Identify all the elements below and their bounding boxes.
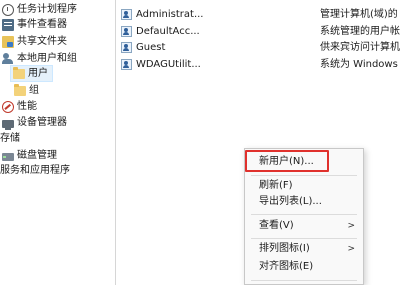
list-item[interactable]: Guest [121,40,165,55]
tree-item-disk-management[interactable]: 磁盘管理 [2,148,57,163]
submenu-arrow-icon: > [347,221,355,231]
menu-item-label: 导出列表(L)... [259,196,322,207]
tree-item-label: 组 [29,85,39,96]
user-name: Guest [136,42,166,53]
user-description: 系统为 Windows [320,59,398,70]
tree-item-label: 存储 [0,133,20,144]
tree-item-label: 任务计划程序 [17,4,77,15]
list-item[interactable]: WDAGUtilit... [121,57,201,72]
tree-item-label: 用户 [28,68,48,79]
device-manager-icon [2,119,14,130]
tree-item-event-viewer[interactable]: 事件查看器 [2,17,67,32]
folder-icon [13,67,25,79]
tree-item-groups[interactable]: 组 [14,83,39,98]
selection-highlight: 用户 [10,65,53,82]
menu-item-export-list[interactable]: 导出列表(L)... [245,194,363,210]
tree-item-label: 服务和应用程序 [0,165,70,176]
user-description: 供来宾访问计算机 [320,42,400,53]
tree-item-label: 性能 [17,101,37,112]
menu-item-label: 排列图标(I) [259,243,310,254]
tree-item-label: 本地用户和组 [17,53,77,64]
menu-item-refresh[interactable]: 刷新(F) [245,178,363,194]
user-description: 系统管理的用户帐 [320,26,400,37]
tree-item-storage[interactable]: 存储 [0,131,20,146]
performance-icon [2,100,14,113]
list-item[interactable]: Administrat... [121,7,203,22]
user-account-icon [121,9,132,20]
tree-item-performance[interactable]: 性能 [2,99,37,114]
submenu-arrow-icon: > [347,244,355,254]
highlight-box [245,150,329,172]
clock-icon [2,3,14,16]
user-name: WDAGUtilit... [136,59,201,70]
tree-item-services-apps[interactable]: 服务和应用程序 [0,163,70,178]
menu-item-label: 刷新(F) [259,180,293,191]
menu-item-label: 对齐图标(E) [259,261,314,272]
menu-separator [251,238,357,239]
shared-folder-icon [2,35,14,48]
tree-item-task-scheduler[interactable]: 任务计划程序 [2,2,77,17]
menu-separator [251,175,357,176]
menu-item-arrange-icons[interactable]: 排列图标(I) > [245,241,363,257]
menu-separator [251,214,357,215]
user-name: DefaultAcc... [136,26,200,37]
menu-item-align-icons[interactable]: 对齐图标(E) [245,259,363,275]
user-description: 管理计算机(域)的 [320,9,398,20]
user-account-icon [121,59,132,70]
list-item[interactable]: DefaultAcc... [121,24,200,39]
tree-item-shared-folders[interactable]: 共享文件夹 [2,34,67,49]
tree-item-local-users-groups[interactable]: 本地用户和组 [2,51,77,66]
tree-item-label: 事件查看器 [17,19,67,30]
menu-item-label: 查看(V) [259,220,294,231]
user-name: Administrat... [136,9,204,20]
tree-item-label: 设备管理器 [17,117,67,128]
user-account-icon [121,26,132,37]
tree-item-label: 共享文件夹 [17,36,67,47]
event-viewer-icon [2,18,14,31]
users-icon [2,52,14,65]
folder-icon [14,84,26,96]
tree-item-device-manager[interactable]: 设备管理器 [2,115,67,130]
tree-item-label: 磁盘管理 [17,150,57,161]
navigation-tree: 任务计划程序 事件查看器 共享文件夹 本地用户和组 用户 组 性能 设备管理器 … [0,0,116,285]
user-account-icon [121,42,132,53]
tree-item-users[interactable]: 用户 [10,65,53,82]
menu-separator [251,280,357,281]
menu-item-view[interactable]: 查看(V) > [245,218,363,234]
disk-icon [2,152,14,161]
